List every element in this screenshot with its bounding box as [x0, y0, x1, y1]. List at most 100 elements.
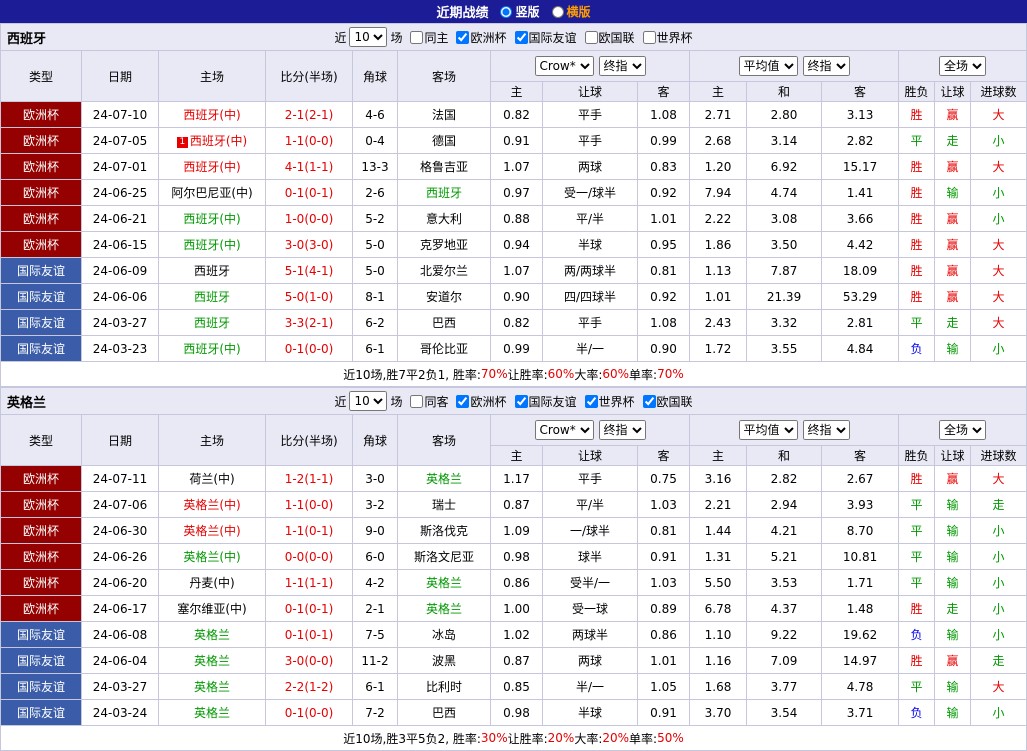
asian-away-odds: 0.92 [636, 283, 691, 310]
handicap-result: 走 [934, 595, 972, 622]
match-row: 欧洲杯 24-06-15 西班牙(中) 3-0(3-0) 5-0 克罗地亚 0.94 半球 0.… [0, 231, 1027, 258]
filter-option[interactable]: 国际友谊 [514, 393, 577, 410]
asian-home-odds: 1.00 [490, 595, 543, 622]
filter-option[interactable]: 世界杯 [584, 393, 635, 410]
matches-table: 类型 日期 主场 比分(半场) 角球 客场 Crow* 终指 平均值 终指 全场… [0, 414, 1027, 726]
section-header: 西班牙 近 10 场 同主 欧洲杯 国际友谊 欧国联 世界杯 [0, 23, 1027, 50]
handicap-result: 赢 [934, 465, 972, 492]
scope-select[interactable]: 全场 [939, 56, 987, 76]
away-team: 德国 [397, 127, 491, 154]
filter-option[interactable]: 同主 [410, 29, 448, 46]
recent-count-select[interactable]: 10 [349, 391, 388, 411]
filter-option[interactable]: 同客 [410, 393, 448, 410]
asian-home-odds: 0.82 [490, 101, 543, 128]
layout-option-vertical[interactable]: 竖版 [500, 3, 540, 20]
page-title: 近期战绩 [436, 6, 489, 21]
filter-checkbox[interactable] [456, 394, 470, 408]
filter-option[interactable]: 欧国联 [642, 393, 693, 410]
layout-option-horizontal[interactable]: 横版 [551, 3, 591, 20]
competition-type: 欧洲杯 [0, 205, 82, 232]
horizontal-layout-radio[interactable] [551, 5, 564, 18]
asian-home-odds: 0.98 [490, 699, 543, 726]
filter-checkbox[interactable] [642, 30, 656, 44]
over-under-result: 大 [970, 309, 1027, 336]
final-odds-select-euro[interactable]: 终指 [802, 56, 850, 76]
filter-label: 欧国联 [598, 30, 635, 45]
filter-checkbox[interactable] [410, 394, 424, 408]
over-under-result: 大 [970, 673, 1027, 700]
filter-checkbox[interactable] [514, 30, 528, 44]
topbar: 近期战绩 竖版 横版 [0, 0, 1027, 23]
competition-type: 国际友谊 [0, 257, 82, 284]
filter-option[interactable]: 国际友谊 [514, 29, 577, 46]
away-team: 英格兰 [397, 595, 491, 622]
home-team: 英格兰 [158, 621, 266, 648]
euro-draw-odds: 3.08 [746, 205, 823, 232]
over-under-result: 小 [970, 205, 1027, 232]
away-team: 巴西 [397, 309, 491, 336]
recent-count-select[interactable]: 10 [349, 27, 388, 47]
bookmaker-select[interactable]: Crow* [534, 56, 594, 76]
filter-checkbox[interactable] [584, 30, 598, 44]
handicap-result: 输 [934, 491, 972, 518]
asian-handicap-line: 两球 [542, 153, 638, 180]
filter-label: 欧洲杯 [470, 394, 507, 409]
score: 1-1(0-1) [265, 517, 353, 544]
asian-away-odds: 0.81 [636, 257, 691, 284]
score: 3-3(2-1) [265, 309, 353, 336]
match-date: 24-06-25 [81, 179, 159, 206]
filter-checkbox[interactable] [514, 394, 528, 408]
asian-away-odds: 0.86 [636, 621, 691, 648]
match-date: 24-03-27 [81, 673, 159, 700]
euro-away-odds: 18.09 [821, 257, 900, 284]
vertical-layout-radio[interactable] [500, 5, 513, 18]
euro-home-odds: 1.31 [689, 543, 748, 570]
home-team: 西班牙 [158, 309, 266, 336]
euro-home-odds: 6.78 [689, 595, 748, 622]
final-odds-select-asian[interactable]: 终指 [598, 420, 646, 440]
corner-count: 3-0 [352, 465, 398, 492]
col-away: 客场 [397, 50, 491, 102]
filter-option[interactable]: 欧国联 [584, 29, 635, 46]
filter-checkbox[interactable] [584, 394, 598, 408]
euro-home-odds: 1.44 [689, 517, 748, 544]
match-row: 国际友谊 24-03-27 西班牙 3-3(2-1) 6-2 巴西 0.82 平手 1.08 2.… [0, 309, 1027, 336]
corner-count: 2-1 [352, 595, 398, 622]
away-team: 格鲁吉亚 [397, 153, 491, 180]
away-team: 安道尔 [397, 283, 491, 310]
bookmaker-select[interactable]: Crow* [534, 420, 594, 440]
asian-handicap-line: 平手 [542, 101, 638, 128]
filter-checkbox[interactable] [410, 30, 424, 44]
average-odds-select[interactable]: 平均值 [738, 420, 798, 440]
filter-option[interactable]: 欧洲杯 [456, 29, 507, 46]
euro-home-odds: 3.16 [689, 465, 748, 492]
summary-segment: 60% [602, 367, 630, 381]
over-under-result: 大 [970, 465, 1027, 492]
competition-type: 国际友谊 [0, 283, 82, 310]
filter-option[interactable]: 欧洲杯 [456, 393, 507, 410]
filter-checkbox[interactable] [642, 394, 656, 408]
horizontal-layout-label: 横版 [566, 5, 591, 19]
competition-type: 欧洲杯 [0, 153, 82, 180]
competition-type: 欧洲杯 [0, 491, 82, 518]
competition-type: 欧洲杯 [0, 569, 82, 596]
scope-select[interactable]: 全场 [939, 420, 987, 440]
home-team: 英格兰(中) [158, 517, 266, 544]
filter-checkbox[interactable] [456, 30, 470, 44]
summary-segment: 20% [602, 731, 630, 745]
euro-draw-odds: 4.21 [746, 517, 823, 544]
win-draw-loss-result: 负 [898, 335, 936, 362]
win-draw-loss-result: 平 [898, 517, 936, 544]
asian-away-odds: 0.83 [636, 153, 691, 180]
average-odds-select[interactable]: 平均值 [738, 56, 798, 76]
win-draw-loss-result: 胜 [898, 205, 936, 232]
handicap-result: 赢 [934, 153, 972, 180]
final-odds-select-asian[interactable]: 终指 [598, 56, 646, 76]
match-row: 欧洲杯 24-06-17 塞尔维亚(中) 0-1(0-1) 2-1 英格兰 1.00 受一球 0… [0, 595, 1027, 622]
handicap-result: 输 [934, 179, 972, 206]
filter-option[interactable]: 世界杯 [642, 29, 693, 46]
summary-segment: 大率: [574, 367, 603, 382]
summary-segment: 70% [480, 367, 508, 381]
final-odds-select-euro[interactable]: 终指 [802, 420, 850, 440]
summary-segment: 近10场,胜3平5负2, 胜率: [343, 731, 481, 746]
